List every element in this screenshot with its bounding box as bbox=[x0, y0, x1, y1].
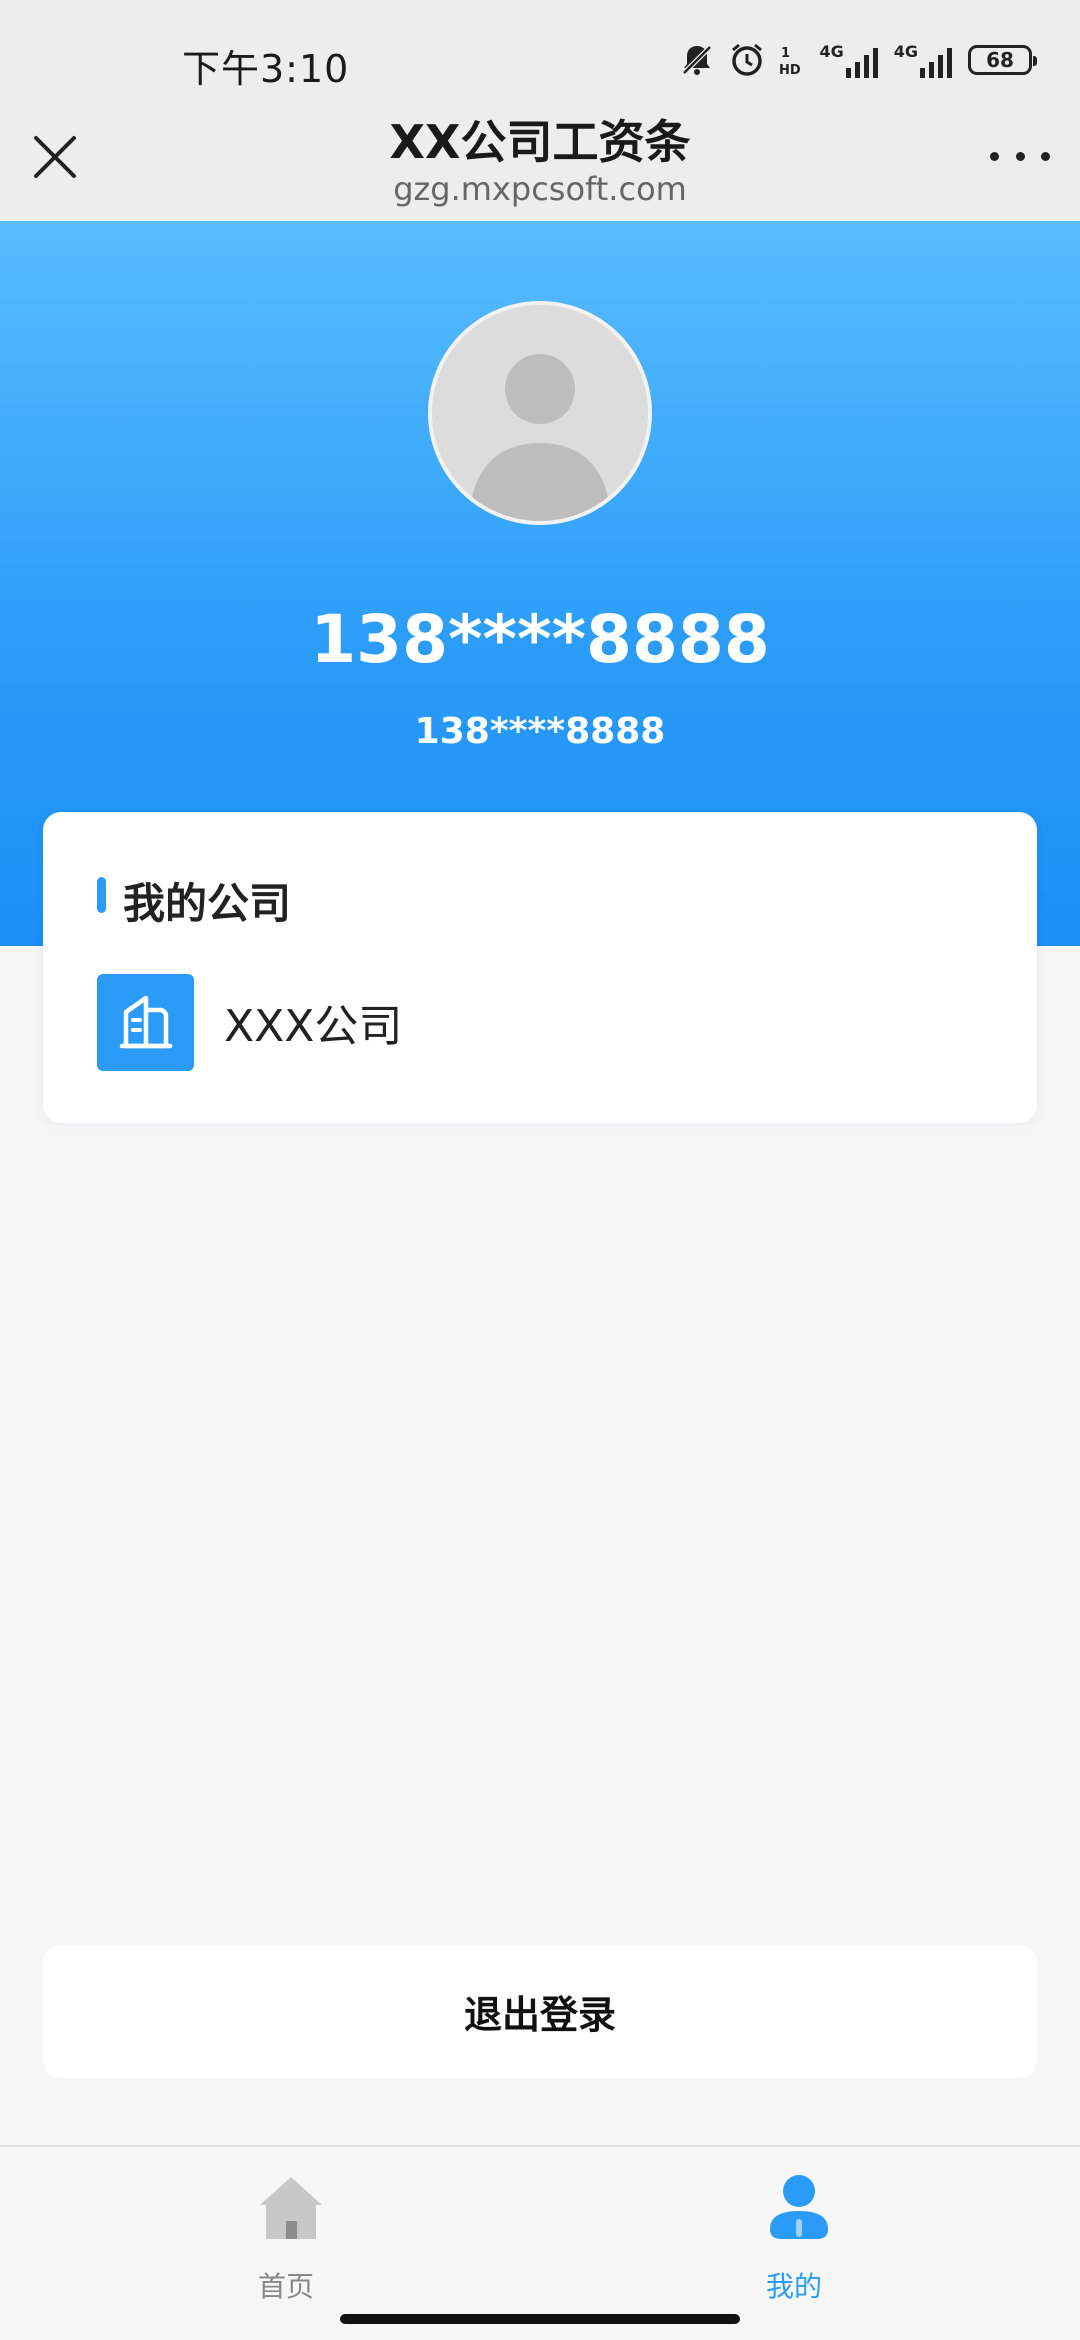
tab-home[interactable]: 首页 bbox=[186, 2159, 386, 2303]
network-type-label: 4G bbox=[819, 42, 844, 61]
signal-2: 4G bbox=[894, 42, 954, 78]
building-icon bbox=[97, 973, 194, 1071]
section-accent-bar bbox=[97, 877, 106, 913]
battery-level: 68 bbox=[986, 48, 1014, 72]
signal-bars-icon bbox=[920, 48, 952, 78]
home-icon bbox=[260, 2177, 322, 2239]
hd-icon: 1 HD bbox=[779, 46, 801, 78]
tab-me[interactable]: 我的 bbox=[694, 2159, 894, 2303]
network-type-label: 4G bbox=[893, 42, 918, 61]
svg-text:1: 1 bbox=[781, 46, 790, 61]
user-placeholder-icon bbox=[432, 305, 648, 521]
profile-name: 138****8888 bbox=[310, 601, 770, 678]
tab-me-label: 我的 bbox=[765, 2270, 822, 2303]
user-icon bbox=[770, 2175, 828, 2239]
company-name: XXX公司 bbox=[224, 1001, 403, 1052]
company-item[interactable]: XXX公司 bbox=[97, 972, 977, 1072]
more-dot bbox=[1041, 151, 1050, 161]
logout-button[interactable]: 退出登录 bbox=[43, 1945, 1037, 2078]
tab-home-label: 首页 bbox=[257, 2270, 314, 2303]
page-title: XX公司工资条 bbox=[389, 115, 691, 169]
status-time: 下午3:10 bbox=[182, 47, 350, 91]
status-bar: 下午3:10 1 HD 4G 4G 68 bbox=[0, 0, 1080, 96]
more-dot bbox=[1015, 151, 1025, 161]
status-icons: 1 HD 4G 4G 68 bbox=[679, 40, 1037, 80]
signal-1: 4G bbox=[819, 42, 879, 78]
bottom-tab-bar: 首页 我的 bbox=[0, 2145, 1080, 2303]
alarm-icon bbox=[732, 43, 763, 76]
avatar[interactable] bbox=[428, 301, 652, 525]
home-indicator bbox=[340, 2314, 740, 2324]
profile-phone: 138****8888 bbox=[414, 711, 666, 752]
svg-text:HD: HD bbox=[779, 63, 801, 78]
more-dot bbox=[990, 151, 999, 161]
more-options-button[interactable] bbox=[990, 136, 1050, 176]
bell-muted-icon bbox=[682, 45, 713, 75]
company-card: 我的公司 XXX公司 bbox=[43, 812, 1037, 1123]
title-bar: XX公司工资条 gzg.mxpcsoft.com bbox=[0, 96, 1080, 221]
signal-bars-icon bbox=[845, 48, 878, 78]
section-title: 我的公司 bbox=[123, 879, 292, 928]
battery-indicator: 68 bbox=[968, 45, 1037, 75]
page-url: gzg.mxpcsoft.com bbox=[393, 170, 687, 208]
